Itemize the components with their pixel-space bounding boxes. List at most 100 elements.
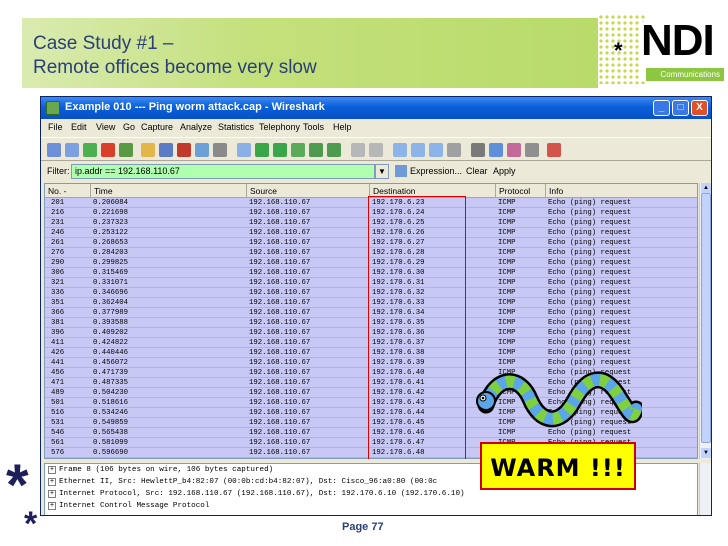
packet-list-scrollbar[interactable]: ▲ ▼	[699, 183, 711, 459]
cell-no: 246	[51, 229, 65, 237]
resize-columns-icon[interactable]	[447, 143, 461, 157]
cell-time: 0.253122	[93, 229, 129, 237]
window-titlebar[interactable]: Example 010 --- Ping worm attack.cap - W…	[41, 97, 711, 119]
display-filter-input[interactable]: ip.addr == 192.168.110.67	[71, 164, 375, 179]
cell-source: 192.168.110.67	[249, 259, 311, 267]
menu-view[interactable]: View	[96, 122, 115, 132]
menu-capture[interactable]: Capture	[141, 122, 173, 132]
expand-icon[interactable]: +	[48, 502, 56, 510]
slide-title-line1: Case Study #1 –	[33, 33, 174, 54]
go-back-icon[interactable]	[255, 143, 269, 157]
column-header-protocol[interactable]: Protocol	[496, 184, 546, 198]
menu-go[interactable]: Go	[123, 122, 135, 132]
clear-filter-button[interactable]: Clear	[466, 166, 488, 176]
cell-info: Echo (ping) request	[548, 259, 632, 267]
menu-edit[interactable]: Edit	[71, 122, 87, 132]
expression-button[interactable]: Expression...	[410, 166, 462, 176]
normal-size-icon[interactable]	[429, 143, 443, 157]
detail-icmp[interactable]: + Internet Control Message Protocol	[45, 500, 697, 512]
colorize-icon[interactable]	[351, 143, 365, 157]
column-header-info[interactable]: Info	[546, 184, 697, 198]
start-capture-icon[interactable]	[83, 143, 97, 157]
expand-icon[interactable]: +	[48, 490, 56, 498]
cell-source: 192.168.110.67	[249, 209, 311, 217]
cell-source: 192.168.110.67	[249, 339, 311, 347]
column-header-no[interactable]: No. -	[45, 184, 91, 198]
expand-icon[interactable]: +	[48, 478, 56, 486]
cell-source: 192.168.110.67	[249, 329, 311, 337]
filter-dropdown-button[interactable]: ▼	[375, 164, 389, 179]
menu-analyze[interactable]: Analyze	[180, 122, 212, 132]
options-icon[interactable]	[65, 143, 79, 157]
save-file-icon[interactable]	[159, 143, 173, 157]
cell-no: 426	[51, 349, 65, 357]
details-scrollbar[interactable]	[699, 463, 711, 515]
cell-time: 0.331071	[93, 279, 129, 287]
display-filters-icon[interactable]	[489, 143, 503, 157]
cell-protocol: ICMP	[498, 259, 516, 267]
menu-file[interactable]: File	[48, 122, 63, 132]
capture-filters-icon[interactable]	[471, 143, 485, 157]
zoom-in-icon[interactable]	[393, 143, 407, 157]
warm-label: WARM !!!	[490, 454, 626, 482]
cell-no: 501	[51, 399, 65, 407]
reload-icon[interactable]	[195, 143, 209, 157]
preferences-icon[interactable]	[525, 143, 539, 157]
menu-help[interactable]: Help	[333, 122, 352, 132]
menu-statistics[interactable]: Statistics	[218, 122, 254, 132]
scrollbar-thumb[interactable]	[701, 193, 711, 443]
cell-time: 0.424822	[93, 339, 129, 347]
auto-scroll-icon[interactable]	[369, 143, 383, 157]
cell-source: 192.168.110.67	[249, 389, 311, 397]
menu-telephony[interactable]: Telephony	[259, 122, 300, 132]
cell-no: 441	[51, 359, 65, 367]
cell-time: 0.581099	[93, 439, 129, 447]
last-packet-icon[interactable]	[327, 143, 341, 157]
cell-time: 0.596690	[93, 449, 129, 457]
menu-tools[interactable]: Tools	[303, 122, 324, 132]
print-icon[interactable]	[213, 143, 227, 157]
close-button[interactable]: X	[691, 100, 708, 116]
stop-capture-icon[interactable]	[101, 143, 115, 157]
slide-header: Case Study #1 – Remote offices become ve…	[0, 0, 728, 90]
open-file-icon[interactable]	[141, 143, 155, 157]
filter-expression-icon	[395, 165, 407, 177]
slide-title: Case Study #1 – Remote offices become ve…	[33, 32, 317, 80]
cell-no: 336	[51, 289, 65, 297]
find-packet-icon[interactable]	[237, 143, 251, 157]
apply-filter-button[interactable]: Apply	[493, 166, 516, 176]
coloring-rules-icon[interactable]	[507, 143, 521, 157]
minimize-button[interactable]: _	[653, 100, 670, 116]
wireshark-app-icon	[46, 101, 60, 115]
first-packet-icon[interactable]	[309, 143, 323, 157]
cell-source: 192.168.110.67	[249, 299, 311, 307]
column-header-time[interactable]: Time	[91, 184, 247, 198]
cell-source: 192.168.110.67	[249, 359, 311, 367]
cell-protocol: ICMP	[498, 199, 516, 207]
cell-source: 192.168.110.67	[249, 449, 311, 457]
scroll-up-arrow-icon[interactable]: ▲	[701, 183, 711, 193]
logo-tagline: Communications	[646, 68, 724, 81]
cell-source: 192.168.110.67	[249, 419, 311, 427]
maximize-button[interactable]: □	[672, 100, 689, 116]
go-to-packet-icon[interactable]	[291, 143, 305, 157]
column-header-source[interactable]: Source	[247, 184, 370, 198]
cell-no: 201	[51, 199, 65, 207]
cell-no: 231	[51, 219, 65, 227]
expand-icon[interactable]: +	[48, 466, 56, 474]
scroll-down-arrow-icon[interactable]: ▼	[701, 448, 711, 458]
small-asterisk-icon: *	[24, 505, 38, 543]
menu-bar: File Edit View Go Capture Analyze Statis…	[41, 119, 711, 137]
restart-capture-icon[interactable]	[119, 143, 133, 157]
cell-info: Echo (ping) request	[548, 279, 632, 287]
cell-protocol: ICMP	[498, 219, 516, 227]
zoom-out-icon[interactable]	[411, 143, 425, 157]
go-forward-icon[interactable]	[273, 143, 287, 157]
cell-no: 351	[51, 299, 65, 307]
help-icon[interactable]	[547, 143, 561, 157]
close-file-icon[interactable]	[177, 143, 191, 157]
cell-protocol: ICMP	[498, 349, 516, 357]
cell-info: Echo (ping) request	[548, 229, 632, 237]
cell-no: 561	[51, 439, 65, 447]
interfaces-icon[interactable]	[47, 143, 61, 157]
